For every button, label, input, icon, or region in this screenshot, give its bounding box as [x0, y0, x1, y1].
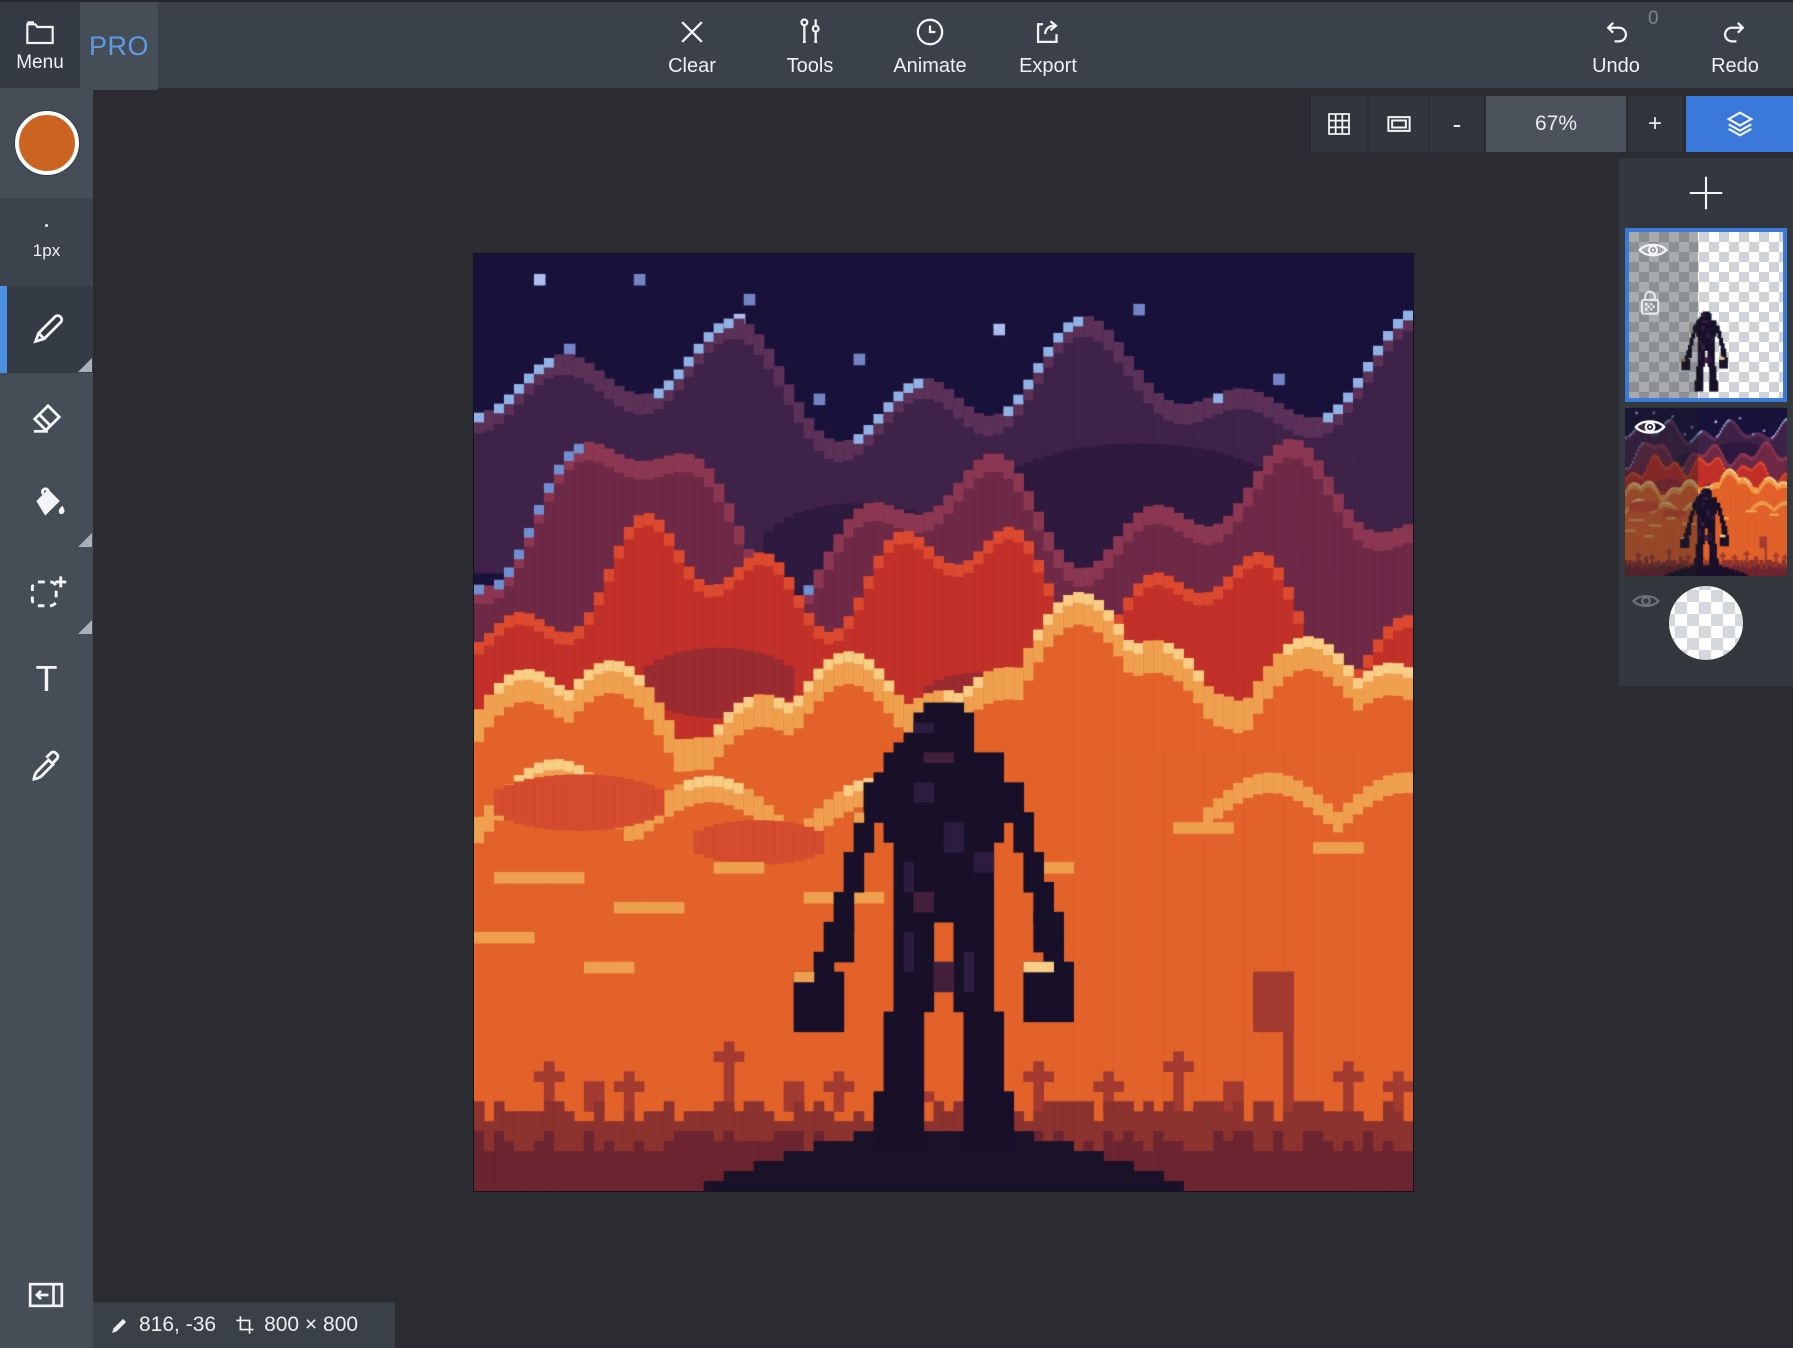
layers-panel-toggle[interactable] [1686, 96, 1793, 152]
tool-sidebar: 1px T [0, 88, 93, 1348]
pro-label: PRO [89, 31, 149, 62]
redo-button[interactable]: Redo [1680, 2, 1790, 90]
tools-button[interactable]: Tools [755, 2, 865, 90]
layer-item-1-selected[interactable] [1625, 228, 1787, 402]
artboard-canvas[interactable] [474, 254, 1413, 1191]
color-swatch-button[interactable] [0, 88, 93, 198]
text-tool-glyph: T [36, 661, 58, 697]
tools-label: Tools [787, 55, 834, 78]
add-layer-button[interactable] [1619, 158, 1793, 228]
zoom-in-button[interactable]: + [1628, 96, 1682, 152]
background-layer-circle-thumbnail[interactable] [1669, 586, 1743, 660]
clear-label: Clear [668, 55, 716, 78]
layers-icon [1724, 108, 1756, 140]
status-bar: 816, -36 800 × 800 [93, 1302, 395, 1348]
brush-size-dot [45, 224, 48, 227]
zoom-level-value: 67% [1535, 112, 1577, 136]
redo-label: Redo [1711, 55, 1759, 78]
clock-icon [913, 15, 947, 49]
zoom-in-label: + [1648, 110, 1662, 138]
tools-icon [793, 15, 827, 49]
brush-size-label: 1px [33, 241, 60, 261]
pencil-tool[interactable] [0, 286, 93, 373]
current-color-swatch [15, 111, 79, 175]
selected-tool-accent [0, 286, 7, 373]
tool-options-corner-triangle [78, 620, 92, 634]
layer-1-alpha-lock-icon[interactable] [1635, 286, 1665, 320]
eyedropper-icon [26, 745, 68, 787]
folder-icon [24, 19, 56, 47]
top-toolbar: Menu PRO Clear Tools Animate Exp [0, 0, 1793, 88]
cursor-coordinates: 816, -36 [139, 1313, 216, 1337]
undo-icon [1599, 15, 1633, 49]
grid-toggle-button[interactable] [1311, 96, 1367, 152]
pencil-icon [26, 309, 68, 351]
pro-badge[interactable]: PRO [80, 2, 158, 90]
pixel-studio-app: { "topbar": { "menu": "Menu", "pro": "PR… [0, 0, 1793, 1348]
export-label: Export [1019, 55, 1077, 78]
redo-icon [1718, 15, 1752, 49]
zoom-out-label: - [1453, 109, 1462, 140]
selection-icon [25, 570, 69, 614]
animate-button[interactable]: Animate [875, 2, 985, 90]
text-tool[interactable]: T [0, 635, 93, 722]
eraser-icon [26, 397, 68, 439]
export-share-icon [1031, 15, 1065, 49]
collapse-panel-icon [26, 1280, 66, 1310]
fill-bucket-icon [25, 483, 69, 527]
zoom-out-button[interactable]: - [1430, 96, 1484, 152]
fill-bucket-tool[interactable] [0, 461, 93, 548]
tool-options-corner-triangle [78, 533, 92, 547]
menu-button[interactable]: Menu [0, 2, 80, 90]
layers-panel [1619, 158, 1793, 686]
menu-label: Menu [16, 52, 64, 74]
canvas-size-value: 800 × 800 [264, 1313, 358, 1337]
brush-size-button[interactable]: 1px [0, 198, 93, 286]
animate-label: Animate [893, 55, 966, 78]
clear-button[interactable]: Clear [637, 2, 747, 90]
grid-icon [1324, 109, 1354, 139]
layer-item-3-background[interactable] [1619, 578, 1793, 686]
selection-tool[interactable] [0, 548, 93, 635]
undo-label: Undo [1592, 55, 1640, 78]
canvas-size-crop-icon [234, 1314, 256, 1336]
collapse-sidebar-button[interactable] [26, 1280, 66, 1310]
export-button[interactable]: Export [993, 2, 1103, 90]
frame-icon [1384, 109, 1414, 139]
preview-frame-button[interactable] [1369, 96, 1428, 152]
cursor-pencil-icon [109, 1314, 131, 1336]
eyedropper-tool[interactable] [0, 722, 93, 809]
plus-icon [1683, 170, 1729, 216]
undo-button[interactable]: Undo [1561, 2, 1671, 90]
layer-2-visibility-eye-icon[interactable] [1633, 415, 1667, 439]
layer-item-2[interactable] [1625, 408, 1787, 576]
clear-x-icon [675, 15, 709, 49]
tool-options-corner-triangle [78, 358, 92, 372]
zoom-level-display[interactable]: 67% [1486, 96, 1626, 152]
layer-1-visibility-eye-icon[interactable] [1637, 239, 1669, 261]
layer-3-visibility-eye-icon[interactable] [1631, 591, 1661, 611]
eraser-tool[interactable] [0, 374, 93, 461]
